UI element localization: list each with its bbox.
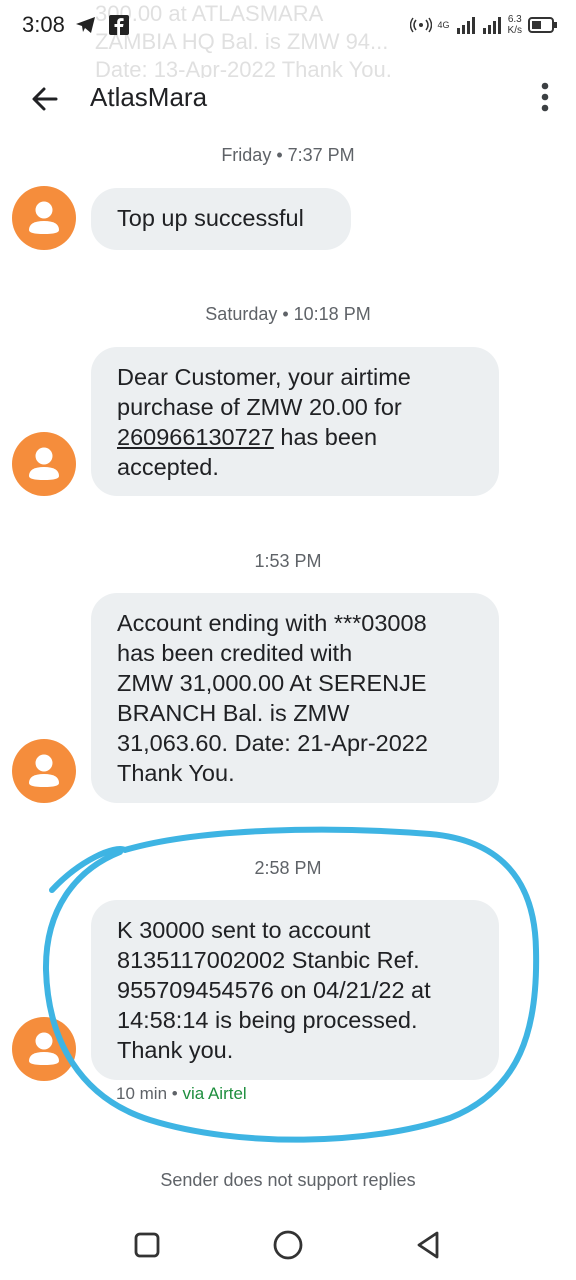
system-nav-bar <box>0 1210 576 1280</box>
status-bar: 300.00 at ATLASMARA ZAMBIA HQ Bal. is ZM… <box>0 0 576 78</box>
status-icons: 4G 6.3 K/s <box>409 14 558 36</box>
more-options-button[interactable] <box>538 80 552 116</box>
timestamp-friday: Friday • 7:37 PM <box>221 145 355 165</box>
message-line: 31,063.60. Date: 21-Apr-2022 <box>117 730 428 756</box>
timestamp-saturday: Saturday • 10:18 PM <box>205 304 371 324</box>
app-bar: AtlasMara <box>0 70 576 126</box>
message-line: Account ending with ***03008 <box>117 610 427 636</box>
message-line: accepted. <box>117 454 219 480</box>
battery-icon <box>528 17 557 33</box>
message-bubble[interactable]: Top up successful <box>91 188 351 250</box>
message-line: has been credited with <box>117 640 353 666</box>
meta-separator: • <box>167 1084 183 1103</box>
avatar[interactable] <box>12 1017 76 1081</box>
carrier-label: via Airtel <box>182 1084 247 1103</box>
message-line: purchase of ZMW 20.00 for <box>117 394 402 420</box>
person-icon <box>29 754 59 787</box>
message-bubble[interactable]: K 30000 sent to account 8135117002002 St… <box>91 900 499 1080</box>
telegram-icon <box>75 17 95 33</box>
message-line: 14:58:14 is being processed. <box>117 1007 418 1033</box>
timestamp: 2:58 PM <box>254 858 322 878</box>
person-icon <box>29 447 59 480</box>
message-line: Thank You. <box>117 760 235 786</box>
message-text: Top up successful <box>117 205 304 231</box>
timestamp: 1:53 PM <box>254 551 322 571</box>
conversation-title: AtlasMara <box>90 82 208 112</box>
person-icon <box>29 1032 59 1065</box>
more-vertical-icon <box>541 82 549 112</box>
message-line: K 30000 sent to account <box>117 917 371 943</box>
triangle-back-icon <box>417 1231 439 1259</box>
speed-unit: K/s <box>507 25 522 36</box>
arrow-left-icon <box>32 87 58 111</box>
message-line: 955709454576 on 04/21/22 at <box>117 977 431 1003</box>
message-bubble[interactable]: Account ending with ***03008 has been cr… <box>91 593 499 803</box>
phone-number-link[interactable]: 260966130727 <box>117 424 274 450</box>
avatar[interactable] <box>12 186 76 250</box>
message-bubble[interactable]: Dear Customer, your airtime purchase of … <box>91 347 499 496</box>
back-button[interactable] <box>28 82 62 116</box>
square-icon <box>134 1232 160 1258</box>
clock: 3:08 <box>22 12 65 37</box>
message-line: Thank you. <box>117 1037 234 1063</box>
signal-icon-2 <box>482 17 501 34</box>
message-line: Dear Customer, your airtime <box>117 364 411 390</box>
message-meta: 10 min • via Airtel <box>116 1084 247 1104</box>
avatar[interactable] <box>12 432 76 496</box>
avatar[interactable] <box>12 739 76 803</box>
message-line: 8135117002002 Stanbic Ref. <box>117 947 420 973</box>
message-line: 260966130727 has been <box>117 422 473 452</box>
home-button[interactable] <box>265 1222 311 1268</box>
nav-back-button[interactable] <box>406 1222 452 1268</box>
no-reply-notice: Sender does not support replies <box>160 1170 416 1190</box>
recents-button[interactable] <box>124 1222 170 1268</box>
speed-value: 6.3 <box>507 14 522 25</box>
hotspot-icon <box>409 17 432 33</box>
message-line: ZMW 31,000.00 At SERENJE <box>117 670 427 696</box>
person-icon <box>29 201 59 234</box>
ghost-notification: 300.00 at ATLASMARA ZAMBIA HQ Bal. is ZM… <box>95 0 475 78</box>
status-time: 3:08 <box>22 12 130 38</box>
message-text: has been <box>273 424 378 450</box>
message-line: BRANCH Bal. is ZMW <box>117 700 350 726</box>
message-age: 10 min <box>116 1084 168 1103</box>
signal-icon-1 <box>456 17 475 34</box>
network-type: 4G <box>437 20 450 30</box>
facebook-icon <box>109 15 130 35</box>
circle-icon <box>273 1230 303 1260</box>
